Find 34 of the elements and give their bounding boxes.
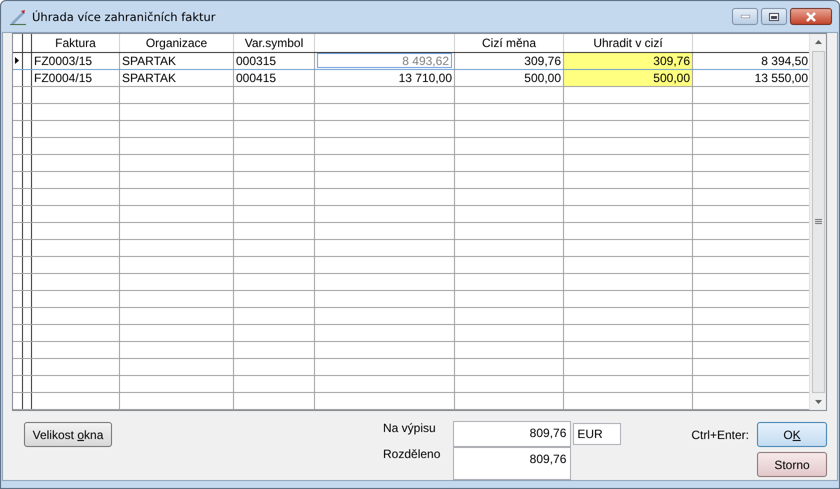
total-label: Rozděleno bbox=[383, 447, 442, 461]
table-cell: SPARTAK bbox=[120, 53, 234, 69]
grip-icon bbox=[814, 219, 822, 225]
table-cell: SPARTAK bbox=[120, 70, 234, 86]
table-row[interactable]: FZ0003/15 SPARTAK 000315 8 493,62 309,76 309,76 8 394,50 bbox=[13, 53, 809, 70]
scroll-up-icon[interactable] bbox=[814, 40, 822, 44]
table-cell: 13 710,00 bbox=[315, 70, 455, 86]
ok-button[interactable]: OK bbox=[757, 422, 827, 447]
table-cell: 000415 bbox=[234, 70, 315, 86]
close-icon bbox=[805, 12, 817, 22]
cell-editor[interactable]: 8 493,62 bbox=[317, 53, 452, 68]
table-row[interactable]: FZ0004/15 SPARTAK 000415 13 710,00 500,00 500,00 13 550,00 bbox=[13, 70, 809, 87]
maximize-icon bbox=[769, 12, 779, 20]
scroll-down-icon[interactable] bbox=[814, 400, 822, 404]
shortcut-label: Ctrl+Enter: bbox=[691, 428, 749, 442]
total-label: Na výpisu bbox=[383, 421, 437, 435]
maximize-button[interactable] bbox=[761, 8, 787, 25]
amount-field[interactable]: 809,76 bbox=[453, 447, 572, 480]
amount-field[interactable]: 809,76 bbox=[453, 421, 572, 447]
scrollbar[interactable] bbox=[809, 34, 826, 410]
window-size-button[interactable]: Velikost okna bbox=[24, 422, 112, 447]
row-header[interactable] bbox=[13, 53, 23, 69]
currency-field[interactable]: EUR bbox=[573, 423, 622, 445]
table-cell: 309,76 bbox=[564, 53, 693, 69]
minimize-button[interactable] bbox=[732, 8, 758, 25]
table-cell: FZ0004/15 bbox=[32, 70, 120, 86]
table-cell: 000315 bbox=[234, 53, 315, 69]
close-button[interactable] bbox=[790, 8, 832, 25]
table-cell: 500,00 bbox=[564, 70, 693, 86]
table-cell: FZ0003/15 bbox=[32, 53, 120, 69]
minimize-icon bbox=[740, 15, 750, 18]
app-icon bbox=[10, 8, 27, 24]
window-title: Úhrada více zahraničních faktur bbox=[32, 10, 217, 24]
cancel-button[interactable]: Storno bbox=[757, 452, 827, 477]
